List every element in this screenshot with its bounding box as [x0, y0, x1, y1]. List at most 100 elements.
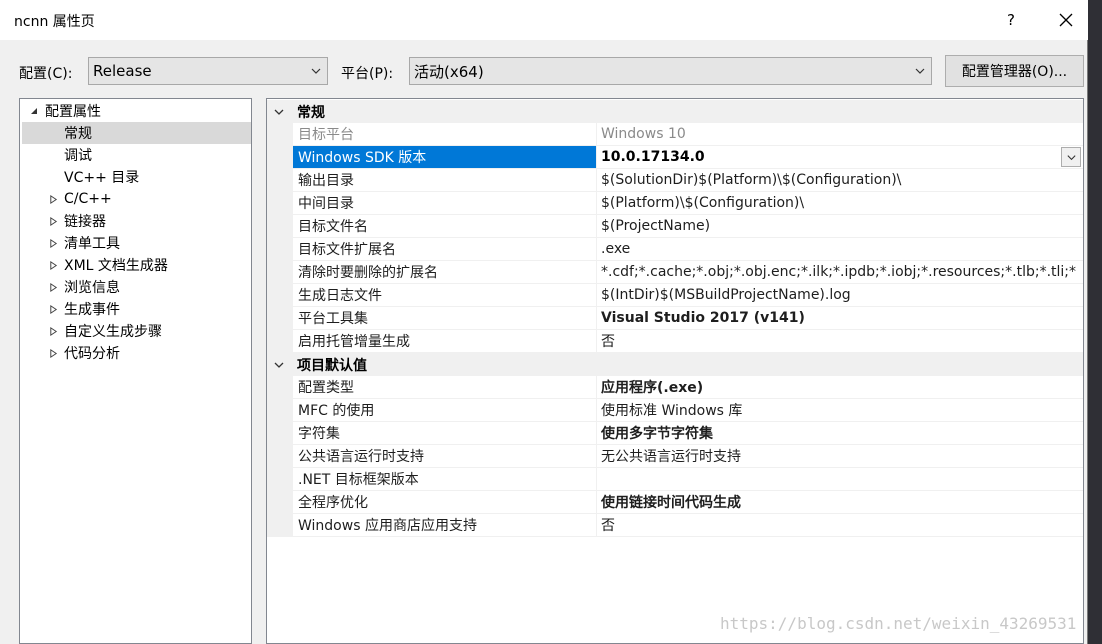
property-value[interactable]: 使用标准 Windows 库: [597, 399, 1083, 422]
tree-item[interactable]: XML 文档生成器: [20, 254, 251, 276]
property-name[interactable]: 输出目录: [293, 169, 597, 192]
property-name[interactable]: 目标文件名: [293, 215, 597, 238]
property-name[interactable]: 全程序优化: [293, 491, 597, 514]
property-name[interactable]: 字符集: [293, 422, 597, 445]
value-dropdown-button[interactable]: [1061, 147, 1081, 167]
property-value[interactable]: $(IntDir)$(MSBuildProjectName).log: [597, 284, 1083, 307]
tree-item[interactable]: VC++ 目录: [20, 166, 251, 188]
property-value-text: $(IntDir)$(MSBuildProjectName).log: [601, 287, 851, 303]
property-value-text: 使用链接时间代码生成: [601, 495, 741, 511]
property-name[interactable]: Windows 应用商店应用支持: [293, 514, 597, 537]
row-gutter: [267, 445, 293, 468]
property-row[interactable]: 公共语言运行时支持 无公共语言运行时支持: [267, 445, 1083, 468]
property-value[interactable]: $(ProjectName): [597, 215, 1083, 238]
config-manager-button[interactable]: 配置管理器(O)...: [945, 55, 1084, 87]
close-button[interactable]: [1044, 4, 1088, 36]
tree-root-config-properties[interactable]: 配置属性: [20, 100, 251, 122]
collapse-chevron-icon[interactable]: [273, 359, 285, 371]
property-value[interactable]: Visual Studio 2017 (v141): [597, 307, 1083, 330]
property-value-text: 使用多字节字符集: [601, 426, 713, 442]
row-gutter: [267, 284, 293, 307]
property-row[interactable]: 目标文件名 $(ProjectName): [267, 215, 1083, 238]
property-value[interactable]: 应用程序(.exe): [597, 376, 1083, 399]
property-name[interactable]: 清除时要删除的扩展名: [293, 261, 597, 284]
property-value[interactable]: $(Platform)\$(Configuration)\: [597, 192, 1083, 215]
property-name[interactable]: 中间目录: [293, 192, 597, 215]
property-row[interactable]: Windows SDK 版本 10.0.17134.0: [267, 146, 1083, 169]
property-value-text: 否: [601, 518, 615, 534]
config-combo[interactable]: Release: [88, 57, 328, 85]
platform-combo[interactable]: 活动(x64): [409, 57, 932, 85]
row-gutter: [267, 330, 293, 353]
property-name[interactable]: 目标文件扩展名: [293, 238, 597, 261]
row-gutter: [267, 146, 293, 169]
tree-item[interactable]: 生成事件: [20, 298, 251, 320]
row-gutter: [267, 123, 293, 146]
property-row[interactable]: 输出目录 $(SolutionDir)$(Platform)\$(Configur…: [267, 169, 1083, 192]
collapsed-triangle-icon[interactable]: [47, 215, 59, 227]
collapsed-triangle-icon[interactable]: [47, 259, 59, 271]
collapsed-triangle-icon[interactable]: [47, 325, 59, 337]
property-row[interactable]: 生成日志文件 $(IntDir)$(MSBuildProjectName).log: [267, 284, 1083, 307]
collapse-chevron-icon[interactable]: [273, 106, 285, 118]
property-value[interactable]: 使用链接时间代码生成: [597, 491, 1083, 514]
collapsed-triangle-icon[interactable]: [47, 237, 59, 249]
category-label: 常规: [297, 104, 325, 121]
category-row[interactable]: 常规: [267, 100, 1083, 123]
tree-item[interactable]: 链接器: [20, 210, 251, 232]
tree-item-label: 自定义生成步骤: [64, 324, 162, 340]
property-name[interactable]: Windows SDK 版本: [293, 146, 597, 169]
property-row[interactable]: 字符集 使用多字节字符集: [267, 422, 1083, 445]
property-row[interactable]: 启用托管增量生成否: [267, 330, 1083, 353]
property-value[interactable]: 否: [597, 330, 1083, 353]
property-row[interactable]: 目标平台 Windows 10: [267, 123, 1083, 146]
tree-item[interactable]: 自定义生成步骤: [20, 320, 251, 342]
expanded-triangle-icon[interactable]: [28, 105, 40, 117]
property-tree: 配置属性 常规调试 VC++ 目录 C/C++ 链接器 清单工具 XML 文档生成器浏览信…: [19, 98, 252, 644]
category-row[interactable]: 项目默认值: [267, 353, 1083, 376]
property-name[interactable]: 公共语言运行时支持: [293, 445, 597, 468]
tree-item[interactable]: 代码分析: [20, 342, 251, 364]
property-name[interactable]: 目标平台: [293, 123, 597, 146]
property-value[interactable]: [597, 468, 1083, 491]
collapsed-triangle-icon[interactable]: [47, 303, 59, 315]
property-name[interactable]: 生成日志文件: [293, 284, 597, 307]
tree-item-label: 代码分析: [64, 346, 120, 362]
tree-item[interactable]: 常规: [22, 122, 251, 144]
property-name[interactable]: 启用托管增量生成: [293, 330, 597, 353]
property-pages-dialog: ncnn 属性页 ? 配置(C): Release 平台(P): 活动(x64)…: [0, 0, 1088, 644]
property-name[interactable]: 平台工具集: [293, 307, 597, 330]
property-name[interactable]: 配置类型: [293, 376, 597, 399]
property-value[interactable]: 否: [597, 514, 1083, 537]
tree-item[interactable]: 浏览信息: [20, 276, 251, 298]
property-row[interactable]: Windows 应用商店应用支持否: [267, 514, 1083, 537]
property-row[interactable]: 清除时要删除的扩展名 *.cdf;*.cache;*.obj;*.obj.enc;…: [267, 261, 1083, 284]
property-value[interactable]: *.cdf;*.cache;*.obj;*.obj.enc;*.ilk;*.ip…: [597, 261, 1083, 284]
property-value[interactable]: 无公共语言运行时支持: [597, 445, 1083, 468]
property-value[interactable]: 10.0.17134.0: [597, 146, 1083, 169]
tree-item[interactable]: 清单工具: [20, 232, 251, 254]
tree-item[interactable]: 调试: [20, 144, 251, 166]
help-button[interactable]: ?: [988, 4, 1034, 36]
collapsed-triangle-icon[interactable]: [47, 193, 59, 205]
property-row[interactable]: 中间目录 $(Platform)\$(Configuration)\: [267, 192, 1083, 215]
property-row[interactable]: 目标文件扩展名 .exe: [267, 238, 1083, 261]
property-value[interactable]: $(SolutionDir)$(Platform)\$(Configuratio…: [597, 169, 1083, 192]
collapsed-triangle-icon[interactable]: [47, 347, 59, 359]
property-row[interactable]: 全程序优化 使用链接时间代码生成: [267, 491, 1083, 514]
property-value[interactable]: 使用多字节字符集: [597, 422, 1083, 445]
property-name[interactable]: .NET 目标框架版本: [293, 468, 597, 491]
row-gutter: [267, 215, 293, 238]
tree-item-label: 常规: [64, 126, 92, 142]
property-value[interactable]: Windows 10: [597, 123, 1083, 146]
property-name[interactable]: MFC 的使用: [293, 399, 597, 422]
collapsed-triangle-icon[interactable]: [47, 281, 59, 293]
tree-item-label: 浏览信息: [64, 280, 120, 296]
property-row[interactable]: MFC 的使用 使用标准 Windows 库: [267, 399, 1083, 422]
property-row[interactable]: 配置类型 应用程序(.exe): [267, 376, 1083, 399]
tree-item[interactable]: C/C++: [20, 188, 251, 210]
property-row[interactable]: .NET 目标框架版本: [267, 468, 1083, 491]
property-value[interactable]: .exe: [597, 238, 1083, 261]
property-value-text: Windows 10: [601, 126, 686, 142]
property-row[interactable]: 平台工具集 Visual Studio 2017 (v141): [267, 307, 1083, 330]
